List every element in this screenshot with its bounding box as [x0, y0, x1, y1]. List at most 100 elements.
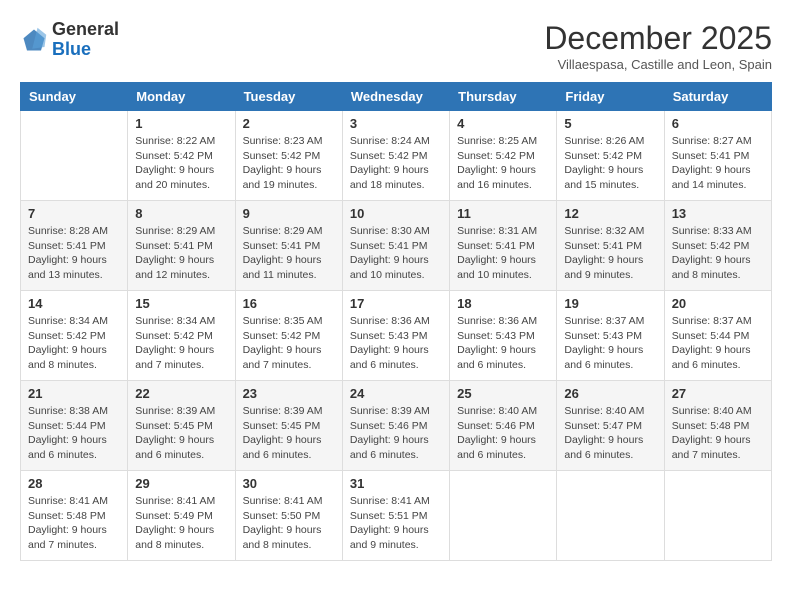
day-info: Sunrise: 8:31 AMSunset: 5:41 PMDaylight:…: [457, 224, 549, 283]
day-info: Sunrise: 8:37 AMSunset: 5:44 PMDaylight:…: [672, 314, 764, 373]
table-row: 10 Sunrise: 8:30 AMSunset: 5:41 PMDaylig…: [342, 201, 449, 291]
location-text: Villaespasa, Castille and Leon, Spain: [544, 57, 772, 72]
day-info: Sunrise: 8:28 AMSunset: 5:41 PMDaylight:…: [28, 224, 120, 283]
day-info: Sunrise: 8:37 AMSunset: 5:43 PMDaylight:…: [564, 314, 656, 373]
day-number: 15: [135, 296, 227, 311]
day-number: 30: [243, 476, 335, 491]
day-info: Sunrise: 8:22 AMSunset: 5:42 PMDaylight:…: [135, 134, 227, 193]
day-info: Sunrise: 8:39 AMSunset: 5:45 PMDaylight:…: [135, 404, 227, 463]
day-info: Sunrise: 8:23 AMSunset: 5:42 PMDaylight:…: [243, 134, 335, 193]
calendar-week-row: 7 Sunrise: 8:28 AMSunset: 5:41 PMDayligh…: [21, 201, 772, 291]
table-row: 28 Sunrise: 8:41 AMSunset: 5:48 PMDaylig…: [21, 471, 128, 561]
day-info: Sunrise: 8:41 AMSunset: 5:51 PMDaylight:…: [350, 494, 442, 553]
col-wednesday: Wednesday: [342, 83, 449, 111]
calendar-week-row: 1 Sunrise: 8:22 AMSunset: 5:42 PMDayligh…: [21, 111, 772, 201]
table-row: 14 Sunrise: 8:34 AMSunset: 5:42 PMDaylig…: [21, 291, 128, 381]
day-info: Sunrise: 8:40 AMSunset: 5:46 PMDaylight:…: [457, 404, 549, 463]
day-number: 5: [564, 116, 656, 131]
day-number: 11: [457, 206, 549, 221]
logo-blue-text: Blue: [52, 39, 91, 59]
table-row: 11 Sunrise: 8:31 AMSunset: 5:41 PMDaylig…: [450, 201, 557, 291]
day-number: 18: [457, 296, 549, 311]
day-number: 13: [672, 206, 764, 221]
day-number: 26: [564, 386, 656, 401]
table-row: 8 Sunrise: 8:29 AMSunset: 5:41 PMDayligh…: [128, 201, 235, 291]
calendar-week-row: 28 Sunrise: 8:41 AMSunset: 5:48 PMDaylig…: [21, 471, 772, 561]
day-number: 24: [350, 386, 442, 401]
day-number: 17: [350, 296, 442, 311]
table-row: 9 Sunrise: 8:29 AMSunset: 5:41 PMDayligh…: [235, 201, 342, 291]
day-info: Sunrise: 8:36 AMSunset: 5:43 PMDaylight:…: [350, 314, 442, 373]
title-block: December 2025 Villaespasa, Castille and …: [544, 20, 772, 72]
month-title: December 2025: [544, 20, 772, 57]
calendar-week-row: 14 Sunrise: 8:34 AMSunset: 5:42 PMDaylig…: [21, 291, 772, 381]
day-info: Sunrise: 8:29 AMSunset: 5:41 PMDaylight:…: [243, 224, 335, 283]
day-info: Sunrise: 8:26 AMSunset: 5:42 PMDaylight:…: [564, 134, 656, 193]
day-number: 20: [672, 296, 764, 311]
day-number: 9: [243, 206, 335, 221]
day-number: 2: [243, 116, 335, 131]
table-row: 29 Sunrise: 8:41 AMSunset: 5:49 PMDaylig…: [128, 471, 235, 561]
day-number: 29: [135, 476, 227, 491]
table-row: 22 Sunrise: 8:39 AMSunset: 5:45 PMDaylig…: [128, 381, 235, 471]
table-row: 1 Sunrise: 8:22 AMSunset: 5:42 PMDayligh…: [128, 111, 235, 201]
day-info: Sunrise: 8:41 AMSunset: 5:48 PMDaylight:…: [28, 494, 120, 553]
table-row: 27 Sunrise: 8:40 AMSunset: 5:48 PMDaylig…: [664, 381, 771, 471]
table-row: 5 Sunrise: 8:26 AMSunset: 5:42 PMDayligh…: [557, 111, 664, 201]
day-number: 14: [28, 296, 120, 311]
day-number: 7: [28, 206, 120, 221]
table-row: 25 Sunrise: 8:40 AMSunset: 5:46 PMDaylig…: [450, 381, 557, 471]
day-number: 8: [135, 206, 227, 221]
calendar-table: Sunday Monday Tuesday Wednesday Thursday…: [20, 82, 772, 561]
table-row: 13 Sunrise: 8:33 AMSunset: 5:42 PMDaylig…: [664, 201, 771, 291]
day-number: 19: [564, 296, 656, 311]
day-number: 3: [350, 116, 442, 131]
day-number: 1: [135, 116, 227, 131]
day-number: 21: [28, 386, 120, 401]
day-number: 27: [672, 386, 764, 401]
table-row: 12 Sunrise: 8:32 AMSunset: 5:41 PMDaylig…: [557, 201, 664, 291]
table-row: 26 Sunrise: 8:40 AMSunset: 5:47 PMDaylig…: [557, 381, 664, 471]
col-thursday: Thursday: [450, 83, 557, 111]
day-info: Sunrise: 8:25 AMSunset: 5:42 PMDaylight:…: [457, 134, 549, 193]
day-info: Sunrise: 8:33 AMSunset: 5:42 PMDaylight:…: [672, 224, 764, 283]
day-info: Sunrise: 8:30 AMSunset: 5:41 PMDaylight:…: [350, 224, 442, 283]
table-row: 20 Sunrise: 8:37 AMSunset: 5:44 PMDaylig…: [664, 291, 771, 381]
day-number: 25: [457, 386, 549, 401]
day-number: 16: [243, 296, 335, 311]
col-tuesday: Tuesday: [235, 83, 342, 111]
table-row: 21 Sunrise: 8:38 AMSunset: 5:44 PMDaylig…: [21, 381, 128, 471]
day-info: Sunrise: 8:27 AMSunset: 5:41 PMDaylight:…: [672, 134, 764, 193]
table-row: 23 Sunrise: 8:39 AMSunset: 5:45 PMDaylig…: [235, 381, 342, 471]
table-row: 6 Sunrise: 8:27 AMSunset: 5:41 PMDayligh…: [664, 111, 771, 201]
logo: General Blue: [20, 20, 119, 60]
day-number: 4: [457, 116, 549, 131]
day-info: Sunrise: 8:34 AMSunset: 5:42 PMDaylight:…: [135, 314, 227, 373]
day-info: Sunrise: 8:39 AMSunset: 5:46 PMDaylight:…: [350, 404, 442, 463]
table-row: [450, 471, 557, 561]
day-number: 12: [564, 206, 656, 221]
table-row: 4 Sunrise: 8:25 AMSunset: 5:42 PMDayligh…: [450, 111, 557, 201]
page-header: General Blue December 2025 Villaespasa, …: [20, 20, 772, 72]
table-row: 3 Sunrise: 8:24 AMSunset: 5:42 PMDayligh…: [342, 111, 449, 201]
table-row: 19 Sunrise: 8:37 AMSunset: 5:43 PMDaylig…: [557, 291, 664, 381]
col-sunday: Sunday: [21, 83, 128, 111]
day-info: Sunrise: 8:41 AMSunset: 5:50 PMDaylight:…: [243, 494, 335, 553]
col-saturday: Saturday: [664, 83, 771, 111]
day-info: Sunrise: 8:32 AMSunset: 5:41 PMDaylight:…: [564, 224, 656, 283]
table-row: 31 Sunrise: 8:41 AMSunset: 5:51 PMDaylig…: [342, 471, 449, 561]
day-number: 28: [28, 476, 120, 491]
table-row: 18 Sunrise: 8:36 AMSunset: 5:43 PMDaylig…: [450, 291, 557, 381]
table-row: 15 Sunrise: 8:34 AMSunset: 5:42 PMDaylig…: [128, 291, 235, 381]
day-info: Sunrise: 8:39 AMSunset: 5:45 PMDaylight:…: [243, 404, 335, 463]
table-row: [21, 111, 128, 201]
table-row: 2 Sunrise: 8:23 AMSunset: 5:42 PMDayligh…: [235, 111, 342, 201]
day-info: Sunrise: 8:34 AMSunset: 5:42 PMDaylight:…: [28, 314, 120, 373]
table-row: 16 Sunrise: 8:35 AMSunset: 5:42 PMDaylig…: [235, 291, 342, 381]
day-info: Sunrise: 8:29 AMSunset: 5:41 PMDaylight:…: [135, 224, 227, 283]
day-info: Sunrise: 8:41 AMSunset: 5:49 PMDaylight:…: [135, 494, 227, 553]
day-number: 31: [350, 476, 442, 491]
day-info: Sunrise: 8:40 AMSunset: 5:48 PMDaylight:…: [672, 404, 764, 463]
logo-icon: [20, 26, 48, 54]
day-info: Sunrise: 8:24 AMSunset: 5:42 PMDaylight:…: [350, 134, 442, 193]
